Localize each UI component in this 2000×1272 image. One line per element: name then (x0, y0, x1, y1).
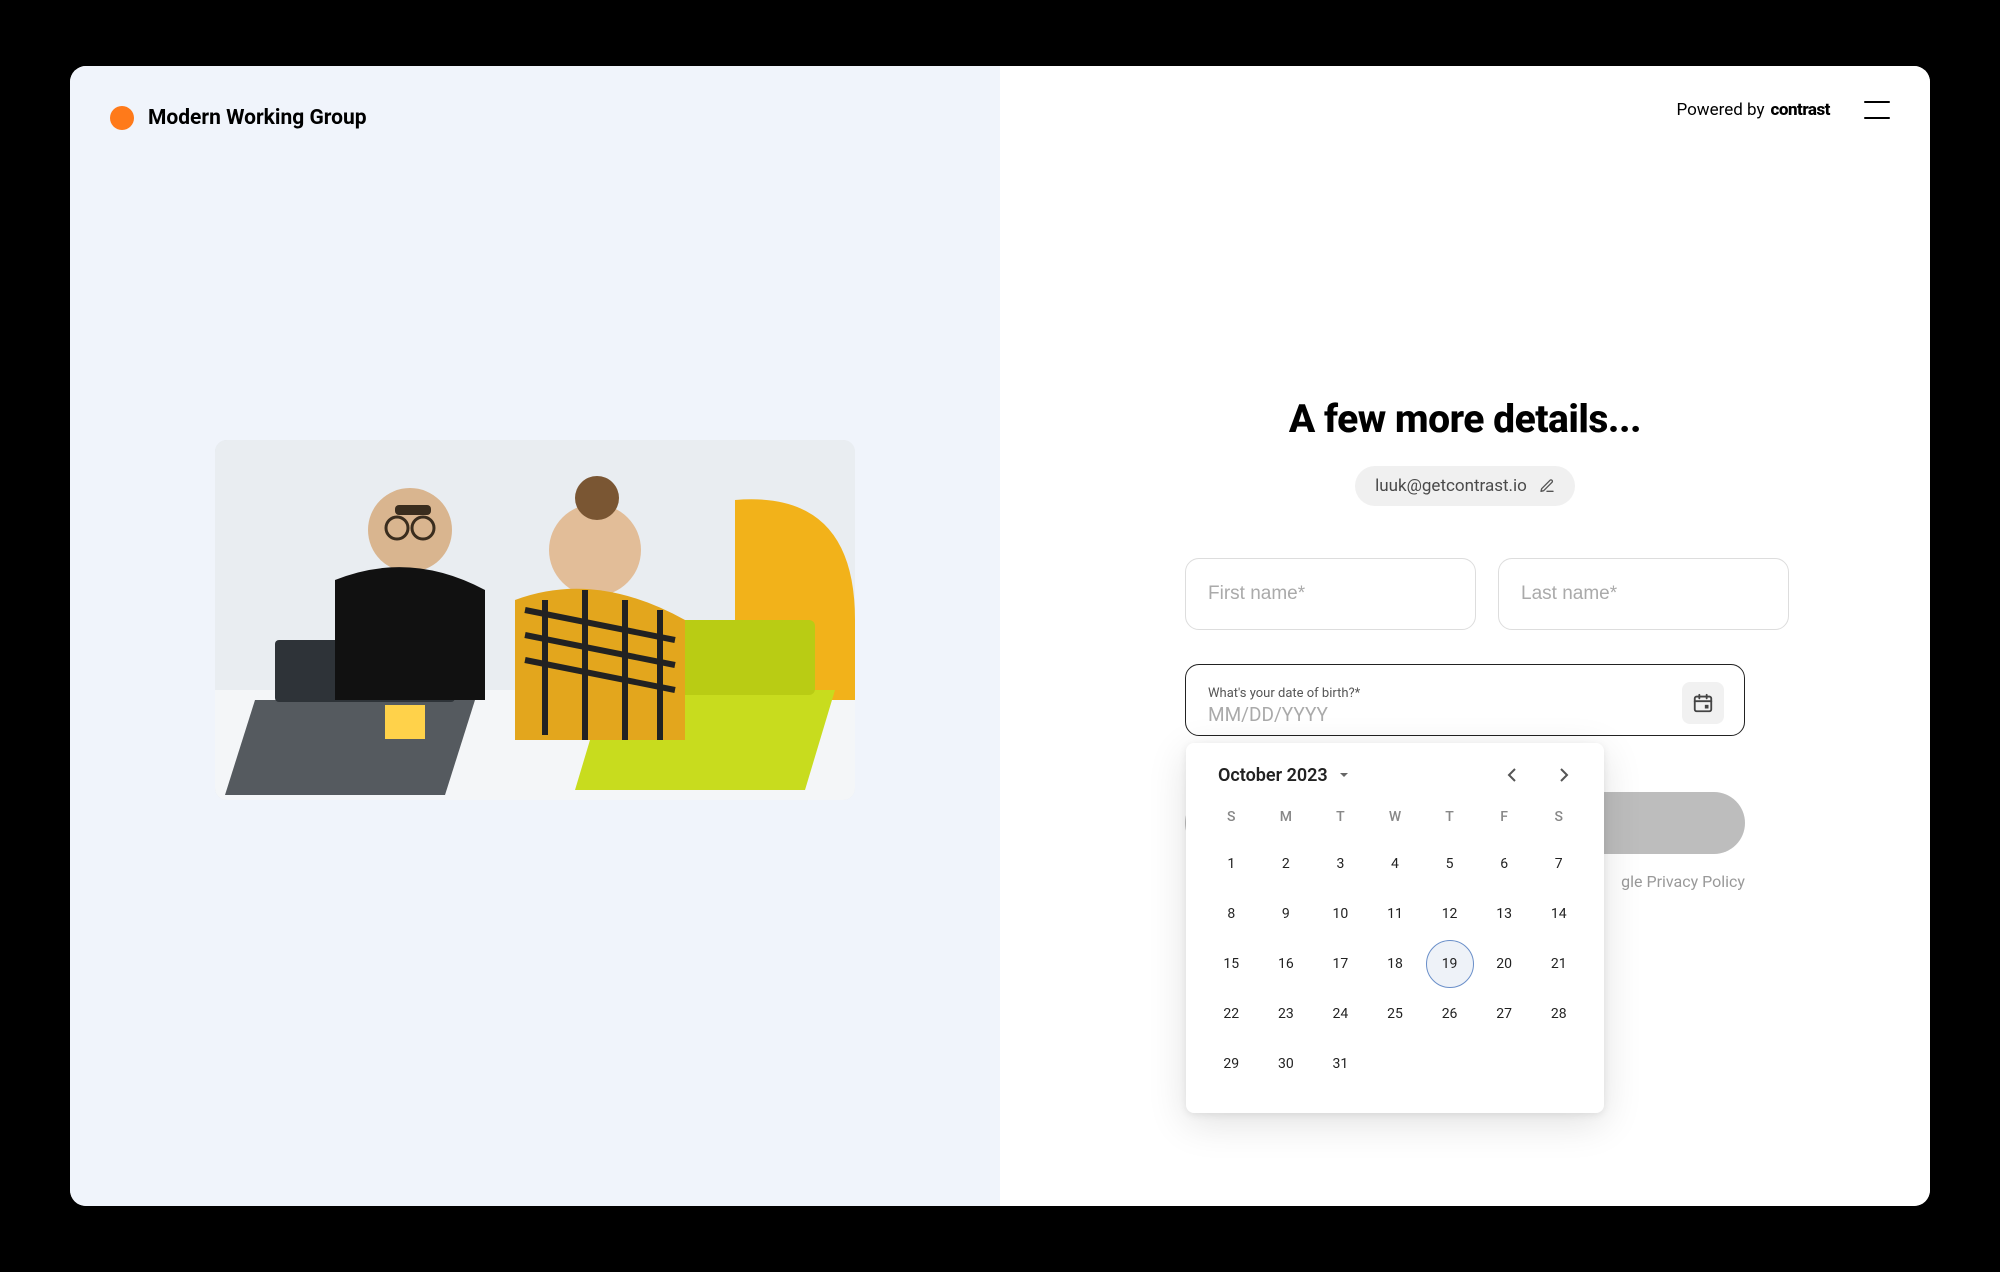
brand-name: Modern Working Group (148, 106, 367, 130)
calendar-day[interactable]: 14 (1535, 890, 1583, 938)
calendar-day[interactable]: 16 (1262, 940, 1310, 988)
calendar-day[interactable]: 10 (1316, 890, 1364, 938)
dob-placeholder: MM/DD/YYYY (1208, 703, 1360, 726)
right-panel: Powered by contrast A few more details..… (1000, 66, 1930, 1206)
app-window: Modern Working Group (70, 66, 1930, 1206)
email-chip[interactable]: luuk@getcontrast.io (1355, 466, 1575, 506)
calendar-day[interactable]: 19 (1426, 940, 1474, 988)
email-text: luuk@getcontrast.io (1375, 476, 1527, 496)
left-panel: Modern Working Group (70, 66, 1000, 1206)
calendar-day[interactable]: 22 (1207, 990, 1255, 1038)
calendar-day[interactable]: 3 (1316, 840, 1364, 888)
calendar-day[interactable]: 7 (1535, 840, 1583, 888)
powered-by-label: Powered by (1677, 100, 1765, 120)
right-header: Powered by contrast (1677, 100, 1891, 120)
calendar-day[interactable]: 4 (1371, 840, 1419, 888)
calendar-dow: F (1477, 799, 1532, 839)
calendar-prev-button[interactable] (1500, 763, 1524, 787)
name-row (1185, 558, 1745, 630)
calendar-day[interactable]: 1 (1207, 840, 1255, 888)
calendar-dow: M (1259, 799, 1314, 839)
last-name-input[interactable] (1498, 558, 1789, 630)
dob-label: What's your date of birth?* (1208, 686, 1360, 701)
calendar-dow: T (1422, 799, 1477, 839)
brand-logo-icon (110, 106, 134, 130)
first-name-input[interactable] (1185, 558, 1476, 630)
powered-by-brand: contrast (1771, 100, 1830, 120)
menu-icon[interactable] (1864, 101, 1890, 119)
hero-image (215, 440, 855, 800)
calendar-dow: W (1368, 799, 1423, 839)
calendar-day[interactable]: 5 (1426, 840, 1474, 888)
calendar-day[interactable]: 26 (1426, 990, 1474, 1038)
calendar-day[interactable]: 11 (1371, 890, 1419, 938)
calendar-day[interactable]: 12 (1426, 890, 1474, 938)
calendar-day[interactable]: 2 (1262, 840, 1310, 888)
calendar-dow: S (1204, 799, 1259, 839)
dropdown-icon (1338, 769, 1350, 781)
calendar-grid: SMTWTFS123456789101112131415161718192021… (1204, 799, 1586, 1089)
calendar-month-select[interactable]: October 2023 (1218, 765, 1350, 786)
calendar-month-label: October 2023 (1218, 765, 1328, 786)
calendar-next-button[interactable] (1552, 763, 1576, 787)
calendar-day[interactable]: 8 (1207, 890, 1255, 938)
hero-image-wrap (110, 440, 960, 800)
calendar-day[interactable]: 21 (1535, 940, 1583, 988)
form-title: A few more details... (1289, 396, 1641, 442)
calendar-day[interactable]: 31 (1316, 1040, 1364, 1088)
calendar-day[interactable]: 29 (1207, 1040, 1255, 1088)
pencil-icon (1539, 478, 1555, 494)
calendar-dow: T (1313, 799, 1368, 839)
date-of-birth-field[interactable]: What's your date of birth?* MM/DD/YYYY O… (1185, 664, 1745, 736)
registration-form: A few more details... luuk@getcontrast.i… (1040, 396, 1890, 891)
calendar-day[interactable]: 20 (1480, 940, 1528, 988)
chevron-right-icon (1559, 767, 1569, 783)
calendar-day[interactable]: 28 (1535, 990, 1583, 1038)
calendar-dow: S (1531, 799, 1586, 839)
calendar-day[interactable]: 23 (1262, 990, 1310, 1038)
calendar-day[interactable]: 9 (1262, 890, 1310, 938)
calendar-day[interactable]: 13 (1480, 890, 1528, 938)
calendar-day[interactable]: 6 (1480, 840, 1528, 888)
calendar-popover: October 2023 SMTWTFS12345678910 (1186, 743, 1604, 1113)
calendar-icon[interactable] (1682, 682, 1724, 724)
calendar-day[interactable]: 17 (1316, 940, 1364, 988)
calendar-day[interactable]: 27 (1480, 990, 1528, 1038)
brand: Modern Working Group (110, 106, 960, 130)
powered-by[interactable]: Powered by contrast (1677, 100, 1831, 120)
calendar-day[interactable]: 15 (1207, 940, 1255, 988)
calendar-day[interactable]: 24 (1316, 990, 1364, 1038)
calendar-day[interactable]: 25 (1371, 990, 1419, 1038)
calendar-day[interactable]: 30 (1262, 1040, 1310, 1088)
chevron-left-icon (1507, 767, 1517, 783)
calendar-day[interactable]: 18 (1371, 940, 1419, 988)
